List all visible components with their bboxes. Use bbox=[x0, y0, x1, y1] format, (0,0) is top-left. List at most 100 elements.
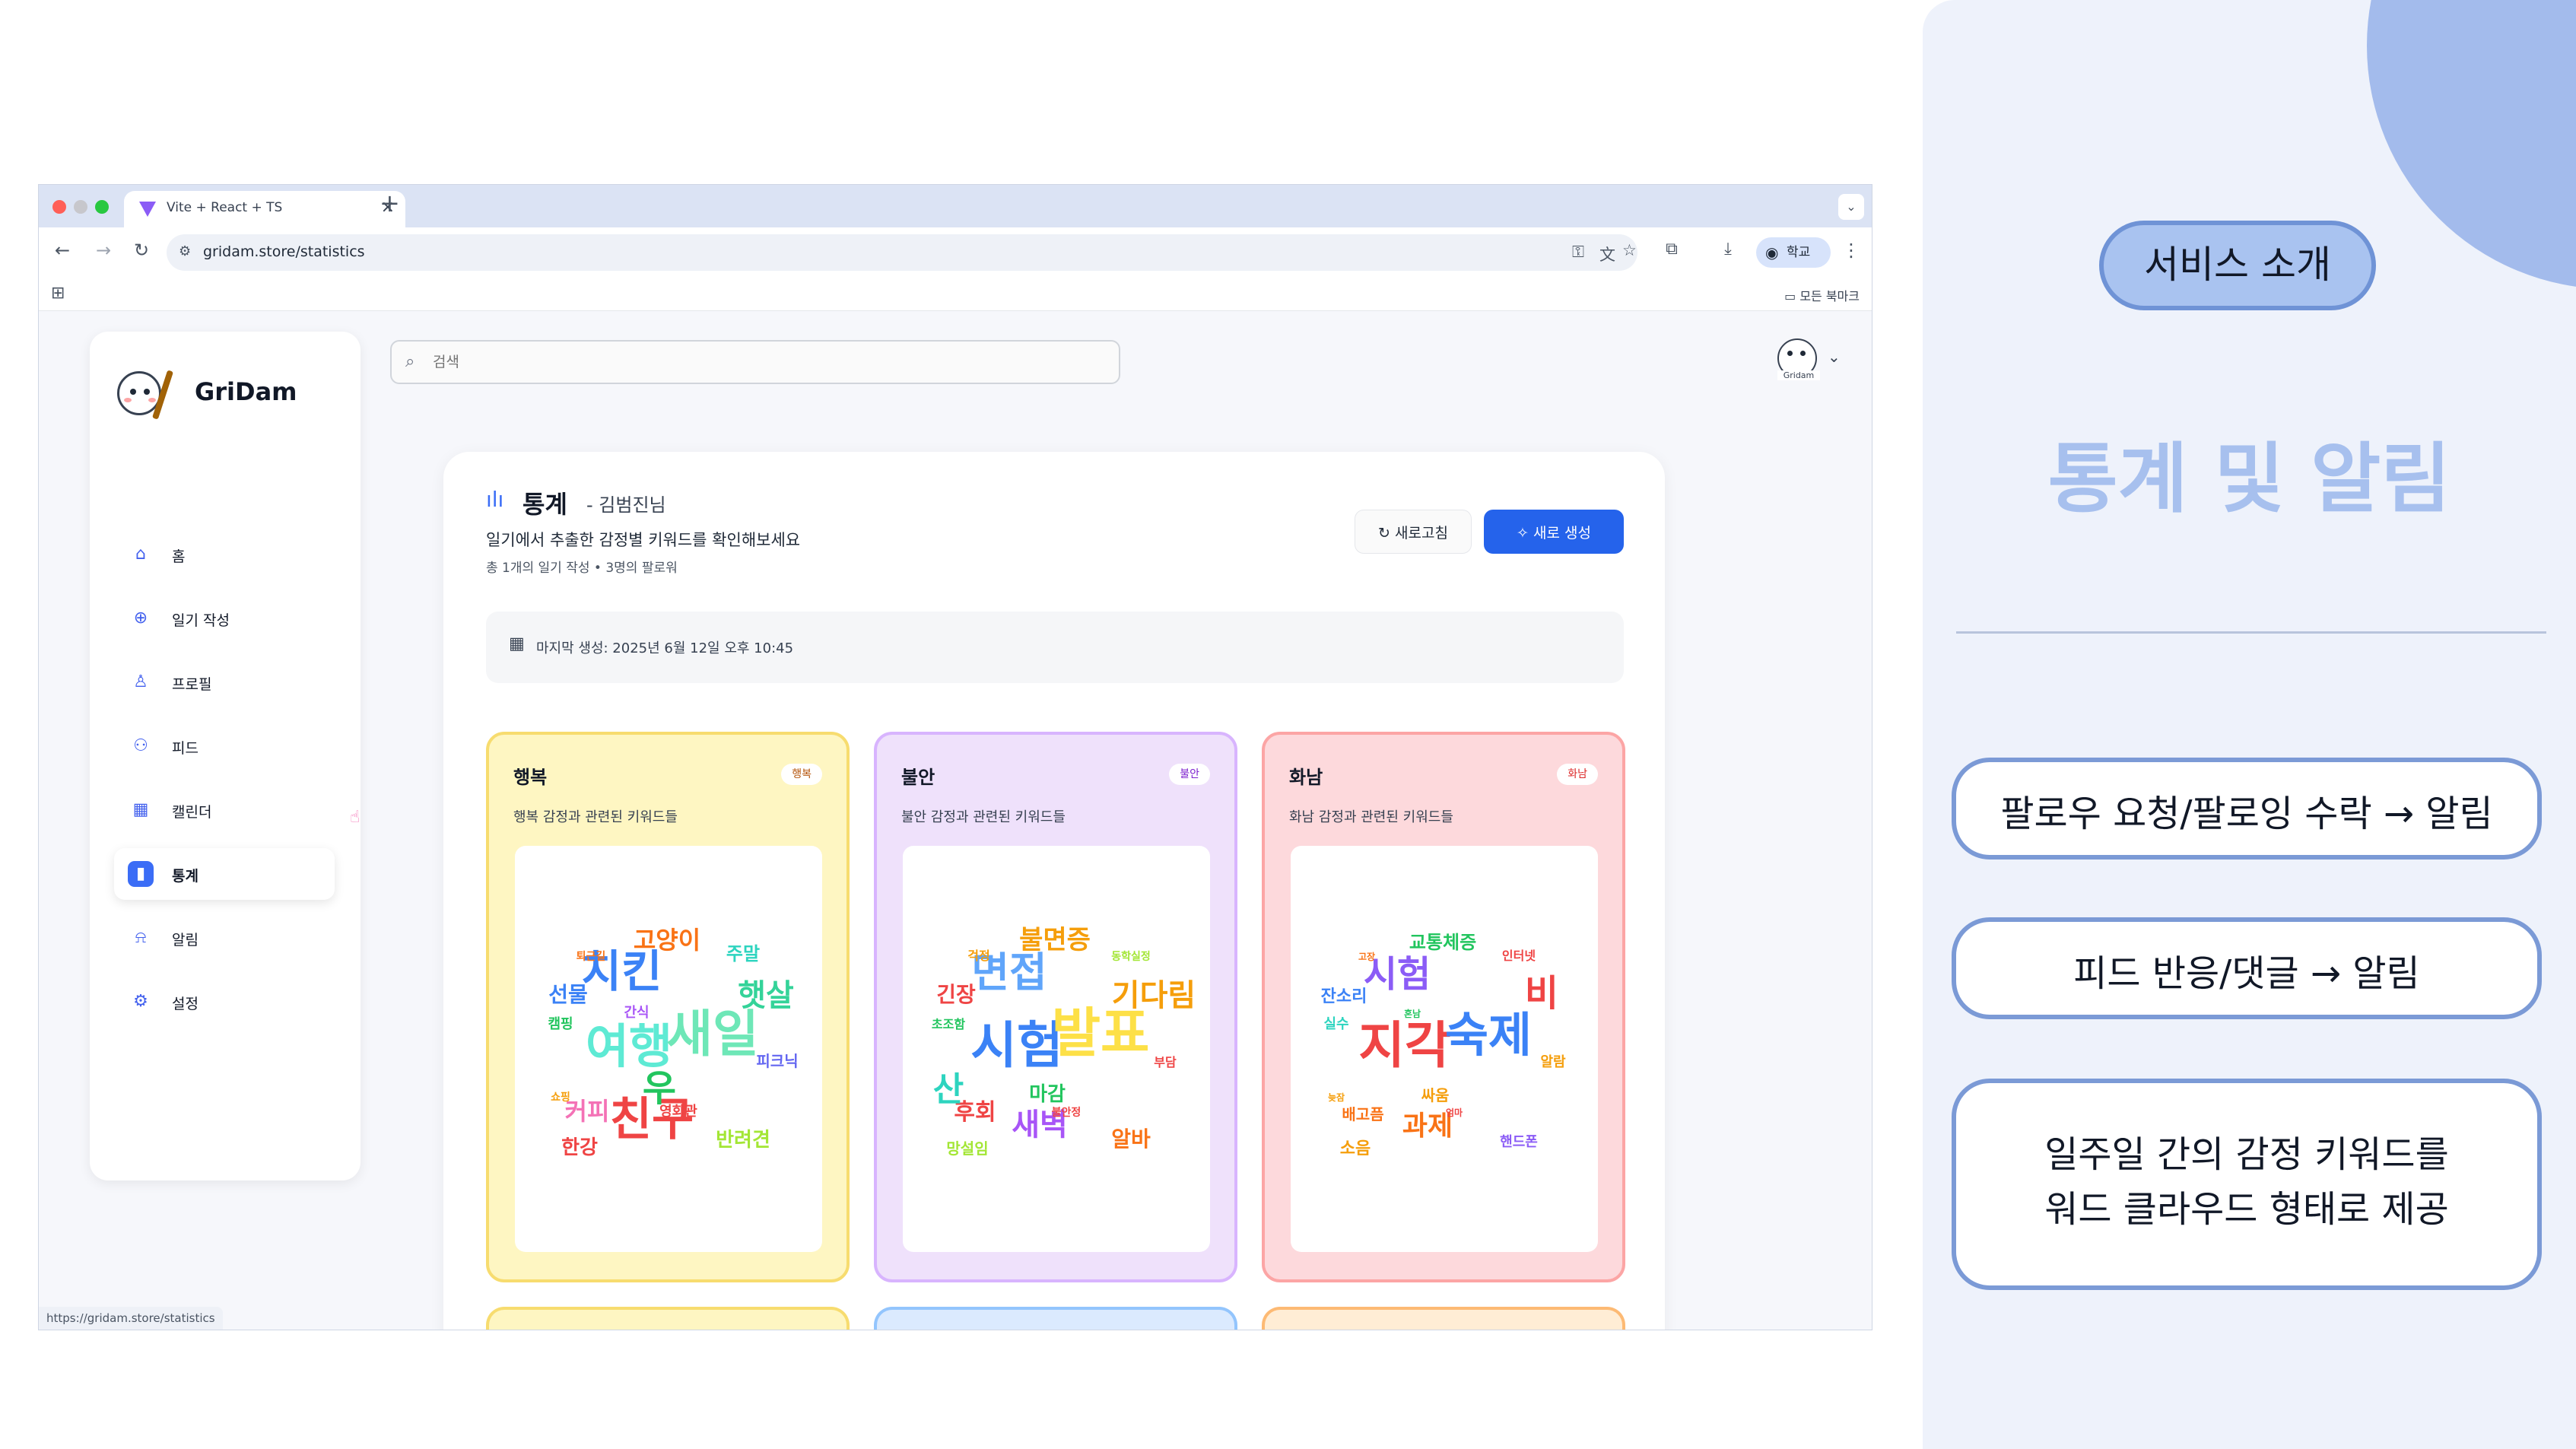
word-cloud: 시험 발표 면접 새벽 기다림 불면증 후회 알바 긴장 마감 망설임 동학실정 부담 초조함 불안정 걱정 산 bbox=[903, 846, 1210, 1252]
translate-icon[interactable]: 文 bbox=[1599, 243, 1615, 265]
emotion-card[interactable]: 행복 행복 행복 감정과 관련된 키워드들 여행 새일 치킨 친구 햇살 고양이 커피 반려견 선물 우… bbox=[486, 732, 850, 1282]
chevron-down-icon[interactable]: ⌄ bbox=[1828, 348, 1841, 366]
word-cloud-keyword: 산 bbox=[933, 1070, 964, 1109]
word-cloud-svg: 지각숙제시험과제비교통체증배고픔핸드폰잔소리싸움소음인터넷알람실수엄마고장늦잠혼… bbox=[1321, 932, 1566, 1158]
feature-text: 피드 반응/댓글 → 알림 bbox=[2073, 952, 2420, 995]
logo-right-eye bbox=[144, 389, 150, 395]
pointer-cursor-icon: ☝ bbox=[350, 808, 361, 827]
word-cloud-keyword: 커피 bbox=[565, 1097, 610, 1126]
emotion-card[interactable]: 불안 불안 불안 감정과 관련된 키워드들 시험 발표 면접 새벽 기다림 불면증 후회 알바 긴장 마… bbox=[874, 732, 1237, 1282]
word-cloud-keyword: 엄마 bbox=[1446, 1107, 1463, 1118]
sidebar: GriDam ⌂ 홈 ⊕ 일기 작성 ♙ 프로필 ⚇ 피드 ▦ 캘린더 ▮ 통계 ⍾ 알림 ⚙ 설정 ☝ bbox=[90, 332, 361, 1180]
word-cloud-keyword: 부담 bbox=[1154, 1055, 1177, 1069]
address-url: gridam.store/statistics bbox=[203, 243, 365, 260]
word-cloud-keyword: 동학실정 bbox=[1111, 950, 1151, 963]
browser-tab[interactable]: Vite + React + TS × bbox=[124, 191, 405, 227]
word-cloud-keyword: 햇살 bbox=[738, 978, 794, 1013]
word-cloud-keyword: 배고픔 bbox=[1342, 1105, 1383, 1123]
sidebar-item-4[interactable]: ▦ 캘린더 bbox=[114, 784, 335, 836]
word-cloud-keyword: 망설임 bbox=[946, 1139, 988, 1158]
feature-text: 팔로우 요청/팔로잉 수락 → 알림 bbox=[2000, 793, 2493, 835]
decorative-circle bbox=[2367, 0, 2576, 289]
word-cloud-keyword: 기다림 bbox=[1112, 978, 1196, 1013]
bookmark-star-icon[interactable]: ☆ bbox=[1622, 241, 1637, 259]
emotion-card[interactable]: 화남 화남 화남 감정과 관련된 키워드들 지각 숙제 시험 과제 비 교통체증 배고픔 핸드폰 잔소… bbox=[1262, 732, 1625, 1282]
sidebar-item-2[interactable]: ♙ 프로필 bbox=[114, 656, 335, 708]
last-generated-box: ▦ 마지막 생성: 2025년 6월 12일 오후 10:45 bbox=[486, 612, 1624, 683]
word-cloud-keyword: 알바 bbox=[1111, 1126, 1151, 1152]
sparkle-icon: ✧ bbox=[1517, 524, 1533, 542]
word-cloud-keyword: 캠핑 bbox=[548, 1016, 573, 1032]
emotion-card-partial[interactable] bbox=[874, 1307, 1237, 1330]
word-cloud-keyword: 고장 bbox=[1358, 952, 1375, 962]
emotion-title: 행복 bbox=[513, 767, 548, 788]
user-name: - 김범진님 bbox=[586, 494, 666, 516]
tab-title: Vite + React + TS bbox=[167, 200, 283, 215]
apps-grid-icon[interactable]: ⊞ bbox=[51, 284, 65, 303]
sidebar-item-0[interactable]: ⌂ 홈 bbox=[114, 529, 335, 580]
extensions-puzzle-icon[interactable]: ⧉ bbox=[1659, 240, 1685, 259]
info-panel: 서비스 소개 통계 및 알림 팔로우 요청/팔로잉 수락 → 알림피드 반응/댓… bbox=[1923, 0, 2576, 1449]
word-cloud-keyword: 반려견 bbox=[716, 1129, 770, 1152]
back-arrow-icon[interactable]: ← bbox=[49, 240, 75, 261]
generate-new-button[interactable]: ✧ 새로 생성 bbox=[1484, 510, 1624, 554]
service-intro-pill: 서비스 소개 bbox=[2099, 221, 2376, 310]
forward-arrow-icon[interactable]: → bbox=[91, 240, 116, 261]
emotion-badge: 화남 bbox=[1557, 764, 1598, 785]
minimize-window-button[interactable] bbox=[74, 200, 87, 214]
feature-box: 일주일 간의 감정 키워드를 워드 클라우드 형태로 제공 bbox=[1952, 1079, 2542, 1290]
word-cloud-keyword: 불안정 bbox=[1052, 1106, 1082, 1119]
logo-left-cheek bbox=[124, 398, 132, 402]
panel-title: 통계 및 알림 bbox=[2047, 434, 2451, 523]
calendar-icon: ▦ bbox=[132, 800, 149, 819]
emotion-title: 불안 bbox=[901, 767, 935, 788]
word-cloud-keyword: 긴장 bbox=[936, 982, 976, 1007]
download-icon[interactable]: ⤓ bbox=[1715, 240, 1741, 259]
sidebar-item-1[interactable]: ⊕ 일기 작성 bbox=[114, 593, 335, 644]
emotion-description: 불안 감정과 관련된 키워드들 bbox=[901, 809, 1066, 825]
sidebar-item-label: 홈 bbox=[172, 548, 186, 565]
panel-divider bbox=[1956, 631, 2546, 634]
word-cloud-keyword: 마감 bbox=[1029, 1083, 1066, 1106]
sidebar-item-7[interactable]: ⚙ 설정 bbox=[114, 976, 335, 1028]
word-cloud-keyword: 주말 bbox=[726, 943, 760, 964]
word-cloud-keyword: 교통체증 bbox=[1409, 932, 1476, 953]
word-cloud-keyword: 퇴근길 bbox=[577, 951, 606, 963]
search-input[interactable] bbox=[431, 351, 1101, 373]
maximize-window-button[interactable] bbox=[95, 200, 109, 214]
word-cloud-keyword: 지각 bbox=[1358, 1016, 1450, 1075]
emotion-card-partial[interactable] bbox=[1262, 1307, 1625, 1330]
avatar-right-eye bbox=[1800, 351, 1806, 356]
sidebar-item-5[interactable]: ▮ 통계 bbox=[114, 848, 335, 900]
user-icon: ♙ bbox=[133, 672, 148, 691]
new-tab-button[interactable]: + bbox=[380, 189, 400, 218]
reload-icon[interactable]: ↻ bbox=[129, 240, 154, 261]
logo-right-cheek bbox=[148, 398, 156, 402]
password-key-icon[interactable]: ⚿ bbox=[1572, 243, 1584, 262]
more-vertical-icon[interactable]: ⋮ bbox=[1838, 240, 1864, 261]
word-cloud-keyword: 핸드폰 bbox=[1500, 1134, 1538, 1150]
tab-search-chevron-icon[interactable]: ⌄ bbox=[1838, 194, 1864, 220]
site-info-icon[interactable]: ⚙ bbox=[179, 243, 191, 259]
sidebar-item-label: 알림 bbox=[172, 932, 199, 949]
word-cloud-svg: 여행새일치킨친구햇살고양이커피반려견선물우한강주말피크닉캠핑영화관퇴근길쇼핑간식 bbox=[548, 926, 798, 1159]
emotion-badge: 행복 bbox=[781, 764, 822, 785]
emotion-title: 화남 bbox=[1289, 767, 1323, 788]
user-avatar[interactable]: Gridam bbox=[1777, 338, 1820, 380]
all-bookmarks-folder[interactable]: ▭ 모든 북마크 bbox=[1784, 286, 1860, 304]
browser-window: Vite + React + TS × + ⌄ ← → ↻ ⚙ gridam.s… bbox=[38, 184, 1872, 1330]
bell-icon: ⍾ bbox=[135, 928, 147, 947]
refresh-button[interactable]: ↻ 새로고침 bbox=[1355, 510, 1472, 554]
close-window-button[interactable] bbox=[52, 200, 66, 214]
search-box[interactable]: ⌕ bbox=[390, 340, 1120, 384]
profile-button[interactable]: ◉ 학교 bbox=[1756, 237, 1831, 268]
feature-text: 워드 클라우드 형태로 제공 bbox=[2044, 1188, 2449, 1231]
all-bookmarks-label: 모든 북마크 bbox=[1799, 289, 1860, 303]
folder-icon: ▭ bbox=[1784, 289, 1800, 303]
calendar-icon: ▦ bbox=[509, 634, 525, 653]
sidebar-item-3[interactable]: ⚇ 피드 bbox=[114, 720, 335, 772]
sidebar-item-6[interactable]: ⍾ 알림 bbox=[114, 912, 335, 964]
word-cloud-keyword: 고양이 bbox=[634, 926, 700, 955]
address-bar[interactable]: ⚙ gridam.store/statistics ⚿ 文 ☆ bbox=[167, 234, 1637, 271]
emotion-card-partial[interactable] bbox=[486, 1307, 850, 1330]
